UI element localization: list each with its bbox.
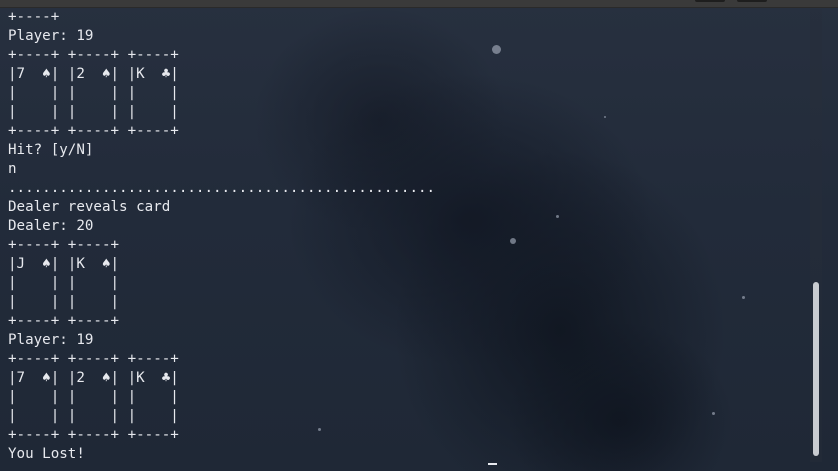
background-star [712, 412, 715, 415]
background-star [604, 116, 606, 118]
terminal-line: +----+ +----+ [8, 313, 120, 329]
terminal-line: |J ♠| |K ♠| [8, 256, 120, 272]
terminal-line: | | | | [8, 275, 120, 291]
terminal-output[interactable]: +----+ Player: 19 +----+ +----+ +----+ |7 ♠… [8, 8, 435, 464]
terminal-line: | | | | | | [8, 389, 179, 405]
terminal-line: You Lost! [8, 446, 85, 462]
terminal-line: | | | | | | [8, 104, 179, 120]
background-star [742, 296, 745, 299]
terminal-line: | | | | [8, 294, 120, 310]
minimize-button[interactable] [695, 0, 725, 2]
background-star [556, 215, 559, 218]
scrollbar-thumb[interactable] [813, 282, 819, 456]
terminal-line: +----+ +----+ +----+ [8, 351, 179, 367]
terminal-window: +----+ Player: 19 +----+ +----+ +----+ |7 ♠… [0, 0, 838, 471]
terminal-line: ........................................… [8, 180, 436, 196]
terminal-line: +----+ +----+ +----+ [8, 427, 179, 443]
scrollbar[interactable] [810, 9, 822, 462]
terminal-line: |7 ♠| |2 ♠| |K ♣| [8, 370, 179, 386]
background-star [510, 238, 516, 244]
maximize-button[interactable] [737, 0, 767, 2]
terminal-line: |7 ♠| |2 ♠| |K ♣| [8, 66, 179, 82]
title-bar [0, 0, 838, 8]
terminal-line: n [8, 161, 17, 177]
terminal-line: Player: 19 [8, 28, 94, 44]
terminal-line: +----+ [8, 9, 60, 25]
terminal-line: Hit? [y/N] [8, 142, 94, 158]
terminal-line: Player: 19 [8, 332, 94, 348]
terminal-line: +----+ +----+ +----+ [8, 47, 179, 63]
background-star [492, 45, 501, 54]
terminal-line: Dealer reveals card [8, 199, 171, 215]
terminal-line: | | | | | | [8, 85, 179, 101]
terminal-line: +----+ +----+ [8, 237, 120, 253]
terminal-line: Dealer: 20 [8, 218, 94, 234]
terminal-line: | | | | | | [8, 408, 179, 424]
terminal-line: +----+ +----+ +----+ [8, 123, 179, 139]
text-cursor [488, 463, 497, 465]
